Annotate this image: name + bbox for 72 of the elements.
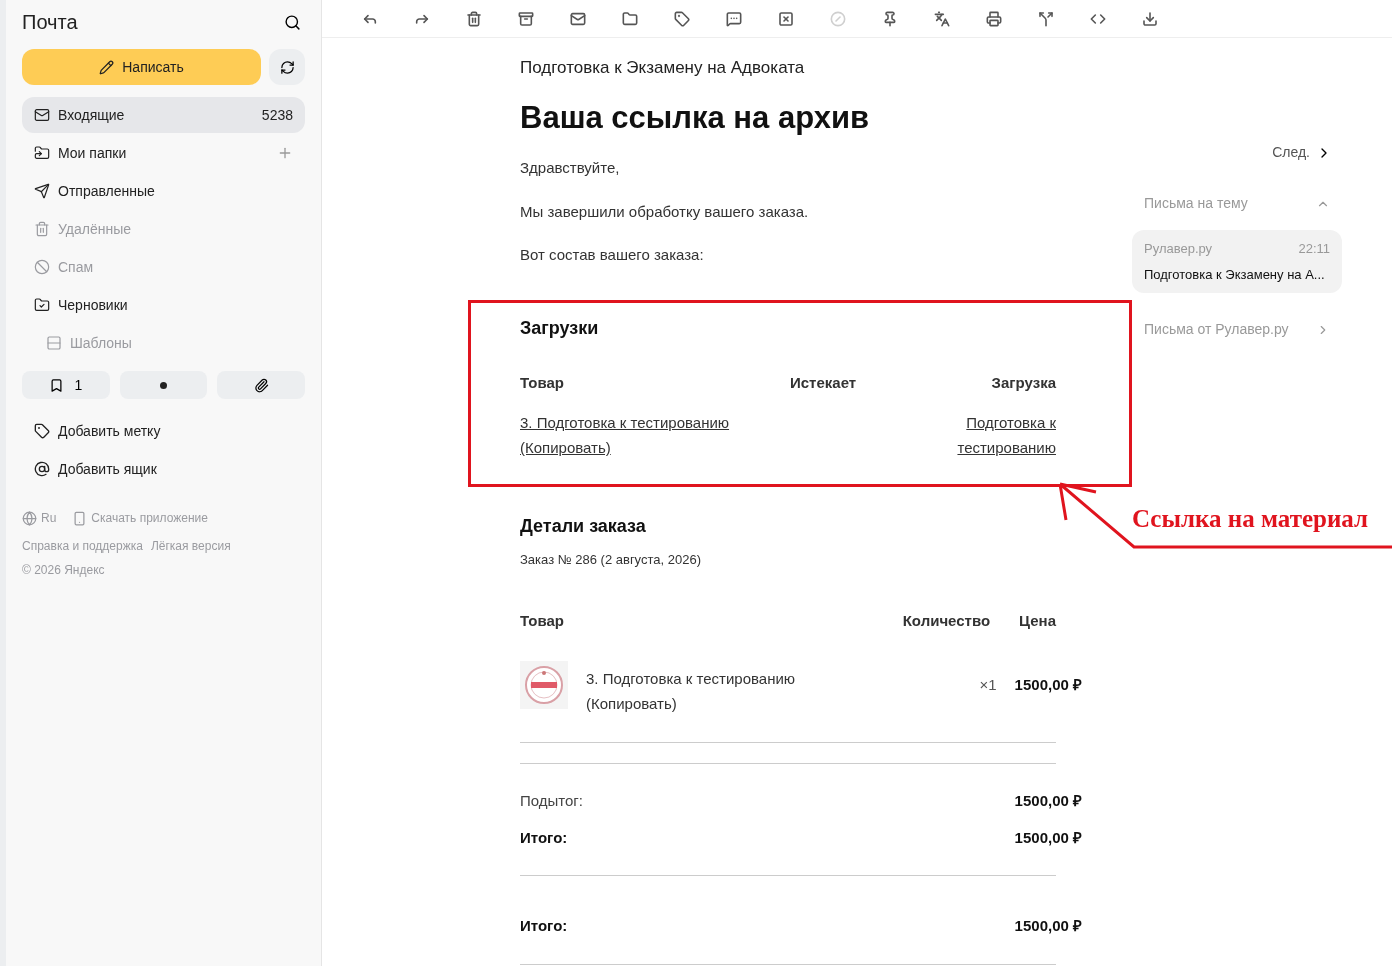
mail-icon	[34, 107, 50, 123]
column-header: Загрузка	[990, 372, 1056, 393]
section-title: Загрузки	[520, 316, 600, 340]
column-header: Товар	[520, 610, 565, 631]
download-link[interactable]: Подготовка к тестированию	[946, 410, 1056, 460]
annotation-text: Ссылка на материал	[1132, 504, 1369, 534]
total-label: Подытог:	[520, 791, 583, 811]
download-button[interactable]	[1142, 10, 1158, 27]
tag-button[interactable]	[674, 10, 690, 27]
at-sign-icon	[34, 461, 50, 477]
product-name: 3. Подготовка к тестированию (Копировать)	[586, 669, 797, 714]
message-subject: Подготовка к Экзамену на А...	[1144, 265, 1326, 284]
total-value: 1500,00 ₽	[1014, 916, 1082, 936]
folder-icon	[34, 297, 50, 313]
message-time: 22:11	[1298, 240, 1330, 258]
bookmark-icon	[49, 377, 65, 393]
unread-count: 5238	[261, 105, 293, 125]
sidebar-action[interactable]: Добавить метку	[22, 413, 305, 449]
print-button[interactable]	[986, 10, 1002, 27]
globe-icon	[22, 510, 37, 526]
column-header: Истекает	[790, 372, 858, 393]
split-button[interactable]	[1038, 10, 1054, 27]
total-value: 1500,00 ₽	[1014, 791, 1082, 811]
folder-item[interactable]: Входящие 5238	[22, 97, 305, 133]
message-button[interactable]	[726, 10, 742, 27]
total-label: Итого:	[520, 827, 568, 848]
refresh-icon	[279, 59, 295, 75]
total-label: Итого:	[520, 916, 568, 936]
column-header: Цена	[1019, 610, 1056, 631]
trash-button[interactable]	[466, 10, 482, 27]
archive-button[interactable]	[518, 10, 534, 27]
template-icon	[46, 335, 62, 351]
message-sender: Рулавер.ру	[1144, 240, 1213, 258]
pin-button[interactable]	[882, 10, 898, 27]
trash-icon	[34, 221, 50, 237]
email-paragraph: Здравствуйте,	[520, 158, 621, 178]
quantity: ×1	[979, 674, 997, 695]
search-icon[interactable]	[284, 13, 301, 31]
product-link[interactable]: 3. Подготовка к тестированию (Копировать)	[520, 410, 750, 460]
close-square-button[interactable]	[778, 10, 794, 27]
folder-button[interactable]	[622, 10, 638, 27]
email-paragraph: Мы завершили обработку вашего заказа.	[520, 201, 810, 222]
folder-icon	[34, 145, 50, 161]
compose-button[interactable]: Написать	[22, 49, 261, 85]
folder-item[interactable]: Черновики	[22, 287, 305, 323]
thread-message[interactable]: Рулавер.ру 22:11 Подготовка к Экзамену на А...	[1132, 230, 1342, 293]
translate-button[interactable]	[934, 10, 950, 27]
bookmark-filter-button[interactable]: 1	[22, 371, 110, 399]
copyright: © 2026 Яндекс	[22, 562, 106, 579]
refresh-button[interactable]	[269, 49, 305, 85]
price: 1500,00 ₽	[1014, 674, 1082, 695]
section-title: Детали заказа	[520, 515, 647, 538]
pencil-icon	[99, 59, 115, 75]
attachment-filter-button[interactable]	[217, 371, 305, 399]
spam-icon	[34, 259, 50, 275]
envelope-button[interactable]	[570, 10, 586, 27]
phone-icon	[72, 510, 88, 526]
send-icon	[34, 183, 50, 199]
sender-line: Подготовка к Экзамену на Адвоката	[520, 57, 806, 79]
column-header: Товар	[520, 372, 565, 393]
column-header: Количество	[902, 610, 991, 631]
order-number: Заказ № 286 (2 августа, 2026)	[520, 551, 702, 569]
sidebar-action[interactable]: Добавить ящик	[22, 451, 305, 487]
app-title: Почта	[22, 10, 78, 35]
email-paragraph: Вот состав вашего заказа:	[520, 245, 705, 265]
total-value: 1500,00 ₽	[1014, 827, 1082, 848]
next-link[interactable]: След.	[1272, 142, 1310, 163]
folder-item[interactable]: Мои папки	[22, 135, 305, 171]
label-icon	[34, 423, 50, 439]
email-title: Ваша ссылка на архив	[520, 98, 871, 137]
folder-item[interactable]: Отправленные	[22, 173, 305, 209]
paperclip-icon	[253, 377, 269, 393]
